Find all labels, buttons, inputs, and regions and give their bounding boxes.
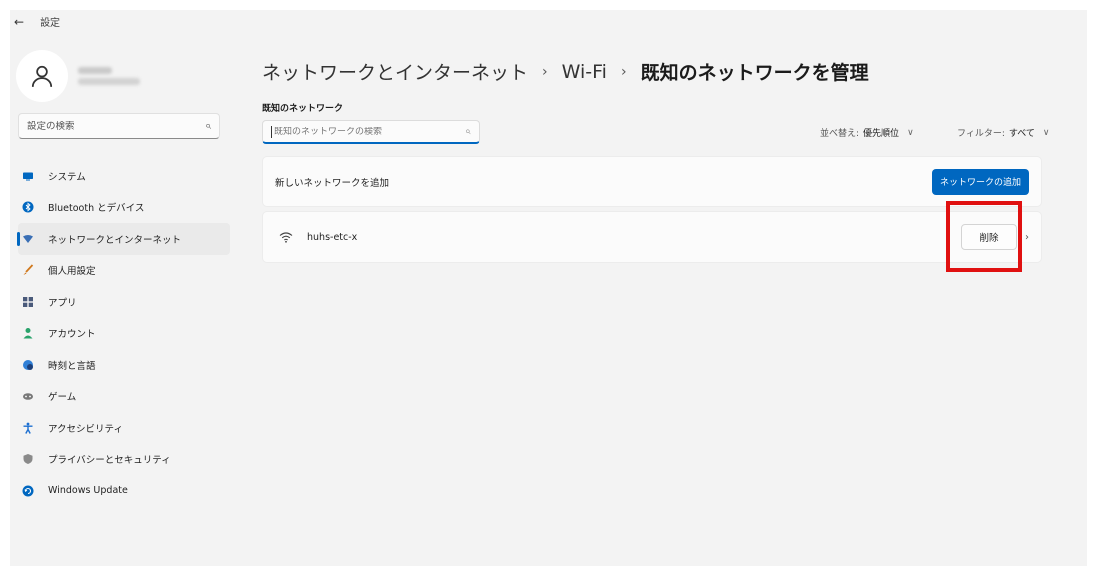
known-networks-search-input[interactable] [274, 126, 466, 137]
chevron-right-icon: › [542, 63, 548, 80]
chevron-right-icon[interactable]: › [1025, 232, 1029, 243]
chevron-right-icon: › [620, 63, 627, 80]
bluetooth-icon [22, 201, 34, 213]
account-icon [22, 327, 34, 339]
filter-label: フィルター: [957, 129, 1005, 139]
sidebar-item-windows-update[interactable]: Windows Update [18, 475, 230, 507]
sidebar-item-label: システム [48, 171, 86, 183]
sidebar-item-apps[interactable]: アプリ [18, 286, 230, 318]
add-network-label: 新しいネットワークを追加 [275, 177, 390, 189]
network-ssid: huhs-etc-x [307, 231, 358, 243]
sidebar-item-personalization[interactable]: 個人用設定 [18, 255, 230, 287]
shield-icon [22, 453, 34, 465]
person-icon [31, 65, 53, 87]
sidebar-item-label: Windows Update [48, 485, 128, 497]
search-icon[interactable]: ⌕ [205, 119, 211, 133]
known-networks-heading: 既知のネットワーク [262, 104, 344, 114]
settings-search-input[interactable] [27, 120, 205, 132]
sidebar-item-label: ネットワークとインターネット [48, 234, 182, 246]
settings-search-box[interactable]: ⌕ [18, 113, 220, 139]
globe-clock-icon [22, 359, 34, 371]
sidebar-item-label: 時刻と言語 [48, 360, 96, 372]
accessibility-icon [22, 422, 34, 434]
network-icon [22, 233, 34, 245]
sidebar-item-accessibility[interactable]: アクセシビリティ [18, 412, 230, 444]
breadcrumb-wifi[interactable]: Wi-Fi [562, 61, 607, 83]
sidebar-item-privacy[interactable]: プライバシーとセキュリティ [18, 444, 230, 476]
sidebar-item-label: アクセシビリティ [48, 423, 123, 435]
breadcrumb: ネットワークとインターネット › Wi-Fi › 既知のネットワークを管理 [262, 58, 869, 85]
search-icon[interactable]: ⌕ [465, 126, 471, 137]
sidebar-item-gaming[interactable]: ゲーム [18, 381, 230, 413]
wifi-icon [279, 232, 293, 243]
breadcrumb-network[interactable]: ネットワークとインターネット [262, 58, 528, 85]
sidebar-nav: システム Bluetooth とデバイス ネットワークとインターネット 個人用設… [17, 160, 230, 507]
sidebar-item-label: アプリ [48, 297, 77, 309]
sidebar-item-label: アカウント [48, 329, 96, 341]
add-network-card: 新しいネットワークを追加 ネットワークの追加 [262, 156, 1042, 207]
chevron-down-icon: ∨ [1042, 127, 1050, 138]
page-title: 既知のネットワークを管理 [640, 62, 869, 84]
network-list-item[interactable]: huhs-etc-x 削除 › [262, 211, 1042, 263]
sidebar-item-label: 個人用設定 [48, 266, 96, 278]
gamepad-icon [22, 390, 34, 402]
window-title: 設定 [40, 18, 61, 29]
filter-dropdown[interactable]: フィルター: すべて ∨ [957, 126, 1050, 140]
profile-name-blurred [78, 67, 140, 85]
apps-icon [22, 296, 34, 308]
sort-dropdown[interactable]: 並べ替え: 優先順位 ∨ [820, 126, 914, 140]
user-profile[interactable] [16, 50, 140, 102]
brush-icon [22, 264, 34, 276]
avatar [16, 50, 68, 102]
filter-value: すべて [1008, 129, 1035, 139]
sidebar-item-network[interactable]: ネットワークとインターネット [17, 223, 230, 255]
text-caret [271, 125, 272, 138]
monitor-icon [22, 170, 34, 182]
chevron-down-icon: ∨ [907, 127, 914, 138]
highlight-box [946, 201, 1022, 272]
sort-label: 並べ替え: [820, 129, 860, 139]
sidebar-item-system[interactable]: システム [18, 160, 230, 192]
update-icon [22, 485, 34, 497]
sidebar-item-label: Bluetooth とデバイス [48, 203, 145, 215]
sidebar-item-time-language[interactable]: 時刻と言語 [18, 349, 230, 381]
title-bar: ← 設定 [14, 14, 61, 30]
known-networks-search-box[interactable]: ⌕ [262, 120, 480, 144]
sidebar-item-bluetooth[interactable]: Bluetooth とデバイス [18, 192, 230, 224]
sidebar-item-accounts[interactable]: アカウント [18, 318, 230, 350]
add-network-button[interactable]: ネットワークの追加 [931, 168, 1029, 195]
sidebar-item-label: ゲーム [48, 392, 77, 404]
sidebar-item-label: プライバシーとセキュリティ [48, 455, 171, 467]
sort-value: 優先順位 [863, 129, 900, 139]
back-arrow-icon[interactable]: ← [14, 15, 24, 29]
